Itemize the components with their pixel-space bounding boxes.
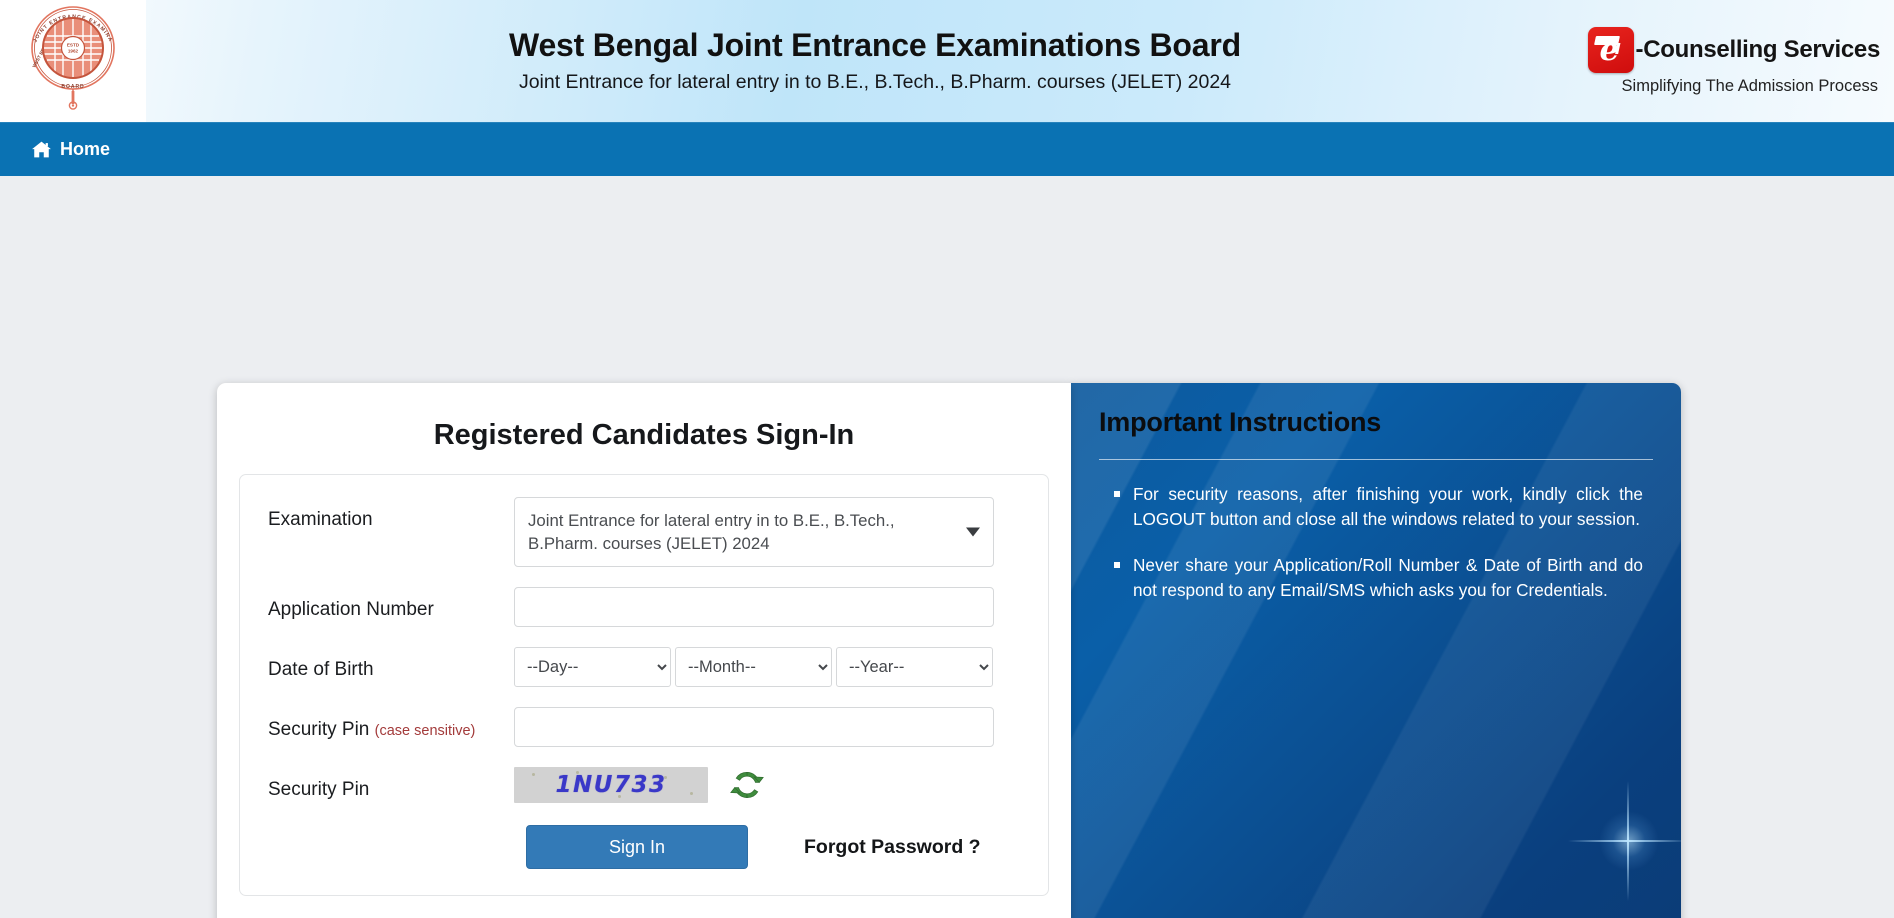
brand-name: -Counselling Services bbox=[1635, 35, 1881, 63]
security-pin-label: Security Pin (case sensitive) bbox=[256, 707, 514, 741]
instructions-divider bbox=[1099, 459, 1653, 460]
page-title: West Bengal Joint Entrance Examinations … bbox=[509, 27, 1241, 64]
date-of-birth-label: Date of Birth bbox=[268, 659, 374, 681]
header-titles: West Bengal Joint Entrance Examinations … bbox=[146, 27, 1564, 94]
security-pin-label-text: Security Pin bbox=[268, 719, 370, 741]
page-content: Registered Candidates Sign-In Examinatio… bbox=[0, 176, 1894, 918]
dob-day-select[interactable]: --Day-- bbox=[514, 647, 671, 688]
board-seal-logo: JOINT ENTRANCE EXAMINA BOARD WEST BENGAL bbox=[21, 6, 125, 110]
nav-item-home-label: Home bbox=[60, 138, 111, 159]
chevron-down-icon bbox=[966, 527, 980, 537]
dob-month-select[interactable]: --Month-- bbox=[675, 647, 832, 688]
field-row-examination: Examination Joint Entrance for lateral e… bbox=[256, 497, 1032, 568]
svg-text:BOARD: BOARD bbox=[61, 84, 84, 90]
page-subtitle: Joint Entrance for lateral entry in to B… bbox=[518, 71, 1232, 94]
signin-form: Examination Joint Entrance for lateral e… bbox=[239, 474, 1049, 897]
nav-item-home[interactable]: Home bbox=[28, 133, 114, 166]
dob-year-select[interactable]: --Year-- bbox=[836, 647, 993, 688]
instruction-item: Never share your Application/Roll Number… bbox=[1114, 553, 1643, 603]
application-number-label: Application Number bbox=[268, 599, 434, 621]
sign-in-button[interactable]: Sign In bbox=[526, 825, 748, 870]
home-icon bbox=[32, 141, 51, 158]
board-logo-container: JOINT ENTRANCE EXAMINA BOARD WEST BENGAL bbox=[0, 0, 146, 122]
field-row-captcha: Security Pin 1NU733 bbox=[256, 767, 1032, 804]
examination-select[interactable]: Joint Entrance for lateral entry in to B… bbox=[514, 497, 994, 568]
examination-selected-value: Joint Entrance for lateral entry in to B… bbox=[528, 511, 895, 554]
captcha-label: Security Pin bbox=[268, 779, 370, 801]
signin-actions: Sign In Forgot Password ? bbox=[256, 825, 1032, 870]
signin-heading: Registered Candidates Sign-In bbox=[433, 419, 855, 451]
captcha-image: 1NU733 bbox=[514, 767, 708, 804]
security-pin-case-note: (case sensitive) bbox=[374, 723, 476, 740]
instructions-heading: Important Instructions bbox=[1099, 407, 1382, 437]
svg-text:ESTD: ESTD bbox=[67, 42, 80, 47]
refresh-captcha-button[interactable] bbox=[730, 768, 764, 802]
instruction-item: For security reasons, after finishing yo… bbox=[1114, 482, 1643, 532]
field-row-application-number: Application Number bbox=[256, 587, 1032, 628]
signin-card: Registered Candidates Sign-In Examinatio… bbox=[217, 383, 1071, 918]
security-pin-input[interactable] bbox=[514, 707, 994, 748]
forgot-password-link[interactable]: Forgot Password ? bbox=[804, 836, 981, 859]
captcha-text: 1NU733 bbox=[555, 772, 667, 799]
ecounselling-branding: e -Counselling Services Simplifying The … bbox=[1564, 26, 1894, 96]
refresh-icon bbox=[730, 772, 764, 805]
main-navbar: Home bbox=[0, 122, 1894, 176]
brand-tagline: Simplifying The Admission Process bbox=[1621, 76, 1878, 95]
ecounselling-logo-icon: e bbox=[1587, 26, 1634, 73]
examination-label: Examination bbox=[268, 509, 373, 530]
instructions-list: For security reasons, after finishing yo… bbox=[1099, 482, 1653, 603]
decorative-glow bbox=[1568, 781, 1681, 901]
svg-text:1962: 1962 bbox=[68, 49, 79, 54]
brand-letter: e bbox=[1599, 31, 1620, 68]
field-row-security-pin-input: Security Pin (case sensitive) bbox=[256, 707, 1032, 748]
panels-wrapper: Registered Candidates Sign-In Examinatio… bbox=[217, 383, 1681, 918]
application-number-input[interactable] bbox=[514, 587, 994, 628]
important-instructions-panel: Important Instructions For security reas… bbox=[1071, 383, 1681, 918]
page-header: JOINT ENTRANCE EXAMINA BOARD WEST BENGAL bbox=[0, 0, 1894, 122]
field-row-date-of-birth: Date of Birth --Day-- --Month-- --Year-- bbox=[256, 647, 1032, 688]
